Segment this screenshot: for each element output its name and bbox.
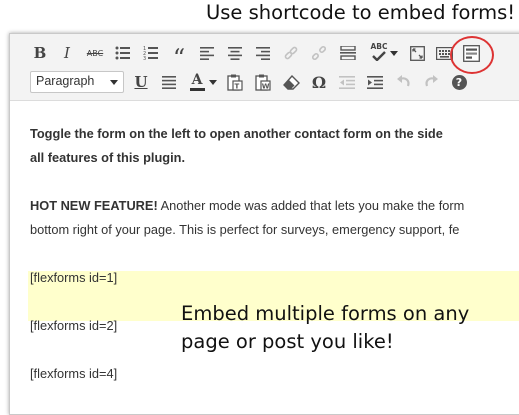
omega-icon: Ω [311, 72, 327, 92]
toolbar-row-1: B I ABC 123 “ ABC [10, 40, 519, 72]
bold-icon: B [33, 44, 47, 62]
paste-word-button[interactable]: W [251, 69, 275, 95]
help-icon: ? [451, 74, 467, 90]
editor-toolbar: B I ABC 123 “ ABC Paragraph U A T W Ω ? [10, 34, 519, 101]
text-color-swatch [189, 88, 205, 91]
indent-button[interactable] [363, 69, 387, 95]
paste-word-icon: W [255, 74, 271, 91]
align-right-icon [256, 46, 270, 60]
strikethrough-button[interactable]: ABC [83, 40, 107, 66]
chevron-down-icon [110, 80, 118, 85]
intro-line-1: Toggle the form on the left to open anot… [30, 126, 443, 141]
chevron-down-icon [209, 79, 217, 85]
top-caption: Use shortcode to embed forms! [206, 1, 516, 24]
middle-caption: Embed multiple forms on any page or post… [181, 300, 469, 356]
special-character-button[interactable]: Ω [307, 69, 331, 95]
toolbar-row-2: Paragraph U A T W Ω ? [10, 69, 519, 97]
align-right-button[interactable] [251, 40, 275, 66]
text-color-dropdown[interactable] [207, 69, 219, 95]
numbered-list-button[interactable]: 123 [139, 40, 163, 66]
align-center-icon [228, 46, 242, 60]
paste-text-button[interactable]: T [223, 69, 247, 95]
italic-icon: I [64, 44, 70, 62]
eraser-icon [282, 74, 300, 90]
feature-line-1: HOT NEW FEATURE! Another mode was added … [30, 198, 464, 213]
shortcode-line: [flexforms id=1] [30, 270, 118, 285]
shortcode-line: [flexforms id=4] [30, 366, 118, 381]
unlink-icon [311, 45, 327, 61]
underline-button[interactable]: U [129, 69, 153, 95]
outdent-button[interactable] [335, 69, 359, 95]
align-justify-icon [162, 75, 176, 89]
bullet-list-icon [115, 46, 130, 60]
paste-text-icon: T [227, 74, 243, 91]
undo-icon [396, 75, 410, 87]
bullet-list-button[interactable] [111, 40, 135, 66]
undo-button[interactable] [391, 69, 415, 95]
text-color-icon: A [191, 72, 203, 88]
svg-text:W: W [262, 82, 270, 90]
feature-text: Another mode was added that lets you mak… [157, 198, 465, 213]
italic-button[interactable]: I [55, 40, 79, 66]
align-left-button[interactable] [195, 40, 219, 66]
spellcheck-icon: ABC [370, 42, 388, 51]
align-center-button[interactable] [223, 40, 247, 66]
insert-more-button[interactable] [336, 40, 360, 66]
clear-formatting-button[interactable] [279, 69, 303, 95]
outdent-icon [339, 75, 355, 89]
spellcheck-dropdown[interactable] [388, 40, 400, 66]
justify-button[interactable] [157, 69, 181, 95]
link-icon [284, 46, 298, 60]
remove-link-button[interactable] [307, 40, 331, 66]
middle-caption-line-2: page or post you like! [181, 330, 394, 353]
insert-link-button[interactable] [279, 40, 303, 66]
svg-text:T: T [235, 82, 240, 90]
middle-caption-line-1: Embed multiple forms on any [181, 302, 470, 325]
shortcode-line: [flexforms id=2] [30, 318, 118, 333]
align-left-icon [200, 46, 214, 60]
visual-editor: B I ABC 123 “ ABC Paragraph U A T W Ω ? … [9, 33, 519, 415]
format-select[interactable]: Paragraph [30, 71, 124, 93]
feature-line-2: bottom right of your page. This is perfe… [30, 222, 460, 237]
checkmark-icon [372, 51, 386, 61]
blockquote-icon: “ [172, 44, 186, 72]
svg-text:3: 3 [143, 56, 146, 61]
fullscreen-icon [409, 45, 425, 61]
chevron-down-icon [390, 50, 398, 56]
text-color-button[interactable]: A [185, 69, 209, 95]
underline-icon: U [134, 73, 148, 91]
bold-button[interactable]: B [28, 40, 52, 66]
indent-icon [367, 75, 383, 89]
strikethrough-icon: ABC [86, 48, 104, 58]
numbered-list-icon: 123 [143, 46, 158, 61]
format-select-value: Paragraph [36, 74, 95, 88]
callout-ring [450, 36, 494, 74]
fullscreen-button[interactable] [405, 40, 429, 66]
blockquote-button[interactable]: “ [167, 40, 191, 72]
feature-label: HOT NEW FEATURE! [30, 198, 158, 213]
read-more-icon [340, 46, 356, 60]
redo-button[interactable] [419, 69, 443, 95]
redo-icon [424, 75, 438, 87]
intro-line-2: all features of this plugin. [30, 150, 185, 165]
